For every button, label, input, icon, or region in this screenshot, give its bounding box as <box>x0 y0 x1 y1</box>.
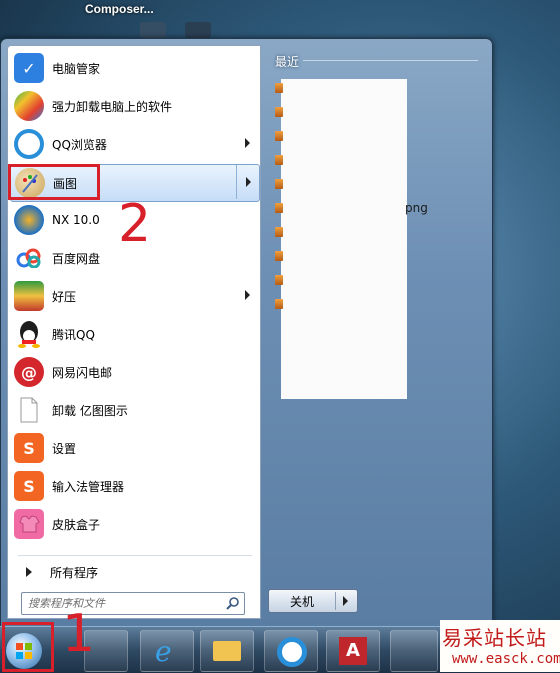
program-sogou-settings[interactable]: S 设置 <box>10 430 258 466</box>
start-menu: ✓ 电脑管家 强力卸载电脑上的软件 QQ浏览器 画图 NX 10.0 百度网盘 … <box>0 38 493 628</box>
expand-arrow-icon <box>26 567 32 577</box>
programs-pane: ✓ 电脑管家 强力卸载电脑上的软件 QQ浏览器 画图 NX 10.0 百度网盘 … <box>7 45 261 619</box>
highlight-box-start <box>2 622 54 672</box>
folder-icon <box>213 641 241 661</box>
shutdown-options-arrow-icon[interactable] <box>343 596 348 606</box>
search-input[interactable] <box>26 594 220 613</box>
watermark: 易采站长站 www.easck.com <box>440 620 560 672</box>
program-ime-manager[interactable]: S 输入法管理器 <box>10 468 258 504</box>
recent-file-label[interactable]: png <box>405 201 428 215</box>
recent-divider <box>303 60 478 61</box>
taskbar-app-ie[interactable]: e <box>140 630 194 672</box>
submenu-arrow-icon[interactable] <box>245 290 250 300</box>
recent-file-icon[interactable] <box>275 203 283 213</box>
skin-box-icon <box>14 509 44 539</box>
taskbar-app-qq-browser[interactable] <box>264 630 318 672</box>
recent-file-icon[interactable] <box>275 107 283 117</box>
recent-file-icon[interactable] <box>275 83 283 93</box>
desktop-title[interactable]: Composer... <box>85 2 154 16</box>
submenu-arrow-icon[interactable] <box>245 138 250 148</box>
taskbar-app-partial[interactable] <box>390 630 438 672</box>
program-uninstaller[interactable]: 强力卸载电脑上的软件 <box>10 88 258 124</box>
recent-file-icon[interactable] <box>275 155 283 165</box>
program-uninstall-edraw[interactable]: 卸载 亿图图示 <box>10 392 258 428</box>
recent-file-icon[interactable] <box>275 131 283 141</box>
baidu-netdisk-icon <box>14 243 44 273</box>
uninstall-icon <box>14 91 44 121</box>
menu-separator <box>18 555 252 556</box>
taskbar-app-autocad[interactable]: A <box>326 630 380 672</box>
recent-list <box>281 79 407 399</box>
shield-icon: ✓ <box>14 53 44 83</box>
recent-title: 最近 <box>275 55 300 69</box>
ie-icon: e <box>155 635 172 668</box>
qq-browser-icon <box>14 129 44 159</box>
program-qq[interactable]: 腾讯QQ <box>10 316 258 352</box>
autocad-icon: A <box>339 637 367 665</box>
program-qq-browser[interactable]: QQ浏览器 <box>10 126 258 162</box>
sogou-settings-icon: S <box>14 433 44 463</box>
desktop-icon[interactable] <box>185 22 211 38</box>
watermark-url: www.easck.com <box>452 651 560 667</box>
recent-pane: 最近 png <box>261 45 486 585</box>
qq-browser-icon <box>277 637 307 667</box>
shutdown-label: 关机 <box>289 595 314 609</box>
sogou-ime-icon: S <box>14 471 44 501</box>
search-box[interactable] <box>21 592 245 615</box>
annotation-number-2: 2 <box>118 194 152 254</box>
program-skin-box[interactable]: 皮肤盒子 <box>10 506 258 542</box>
recent-file-icon[interactable] <box>275 179 283 189</box>
haozip-icon <box>14 281 44 311</box>
recent-file-icon[interactable] <box>275 299 283 309</box>
recent-file-icon[interactable] <box>275 275 283 285</box>
shutdown-divider <box>335 592 336 610</box>
program-haozip[interactable]: 好压 <box>10 278 258 314</box>
submenu-arrow-icon[interactable] <box>246 177 251 187</box>
all-programs-button[interactable]: 所有程序 <box>10 558 258 586</box>
program-computer-manager[interactable]: ✓ 电脑管家 <box>10 50 258 86</box>
desktop-icon[interactable] <box>140 22 166 38</box>
taskbar-app-explorer[interactable] <box>200 630 254 672</box>
qq-icon <box>14 319 44 349</box>
all-programs-label: 所有程序 <box>50 565 99 580</box>
nx-icon <box>14 205 44 235</box>
watermark-title: 易采站长站 <box>442 626 547 650</box>
document-icon <box>14 395 44 425</box>
program-netease-mail[interactable]: @ 网易闪电邮 <box>10 354 258 390</box>
recent-file-icon[interactable] <box>275 227 283 237</box>
recent-file-icon[interactable] <box>275 251 283 261</box>
shutdown-button[interactable]: 关机 <box>268 589 358 613</box>
search-icon[interactable] <box>226 596 240 610</box>
highlight-box-paint <box>8 164 100 200</box>
annotation-number-1: 1 <box>62 604 96 664</box>
netease-mail-icon: @ <box>14 357 44 387</box>
